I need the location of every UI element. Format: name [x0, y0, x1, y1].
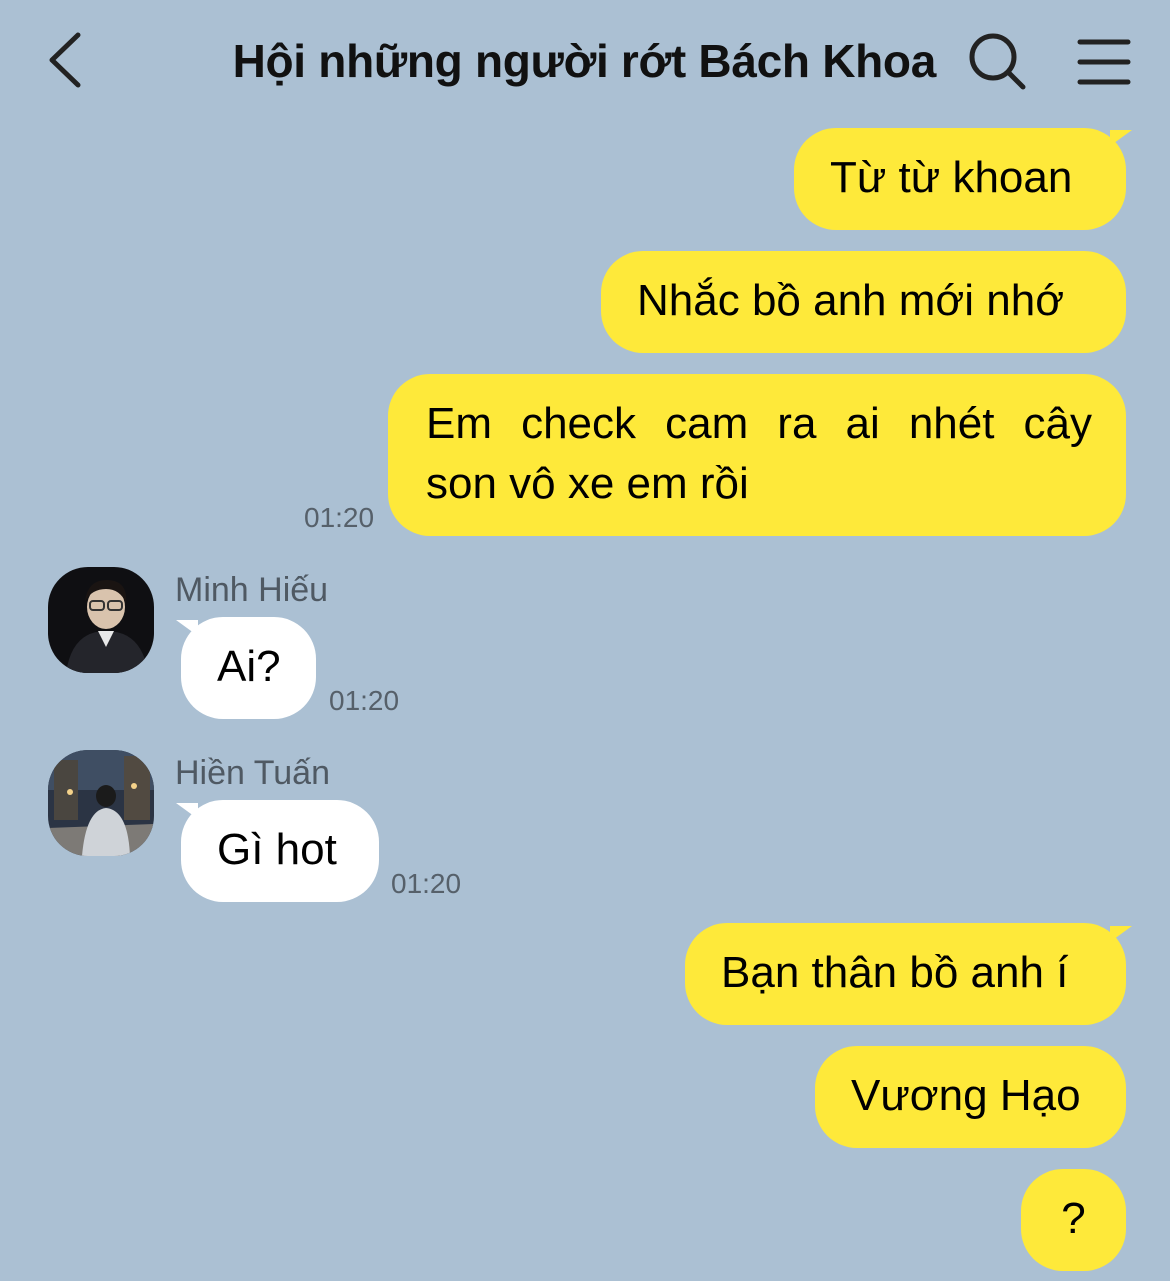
message-timestamp: 01:20 [391, 868, 462, 899]
my-message-bubble[interactable]: Nhắc bồ anh mới nhớ [601, 251, 1126, 353]
message-timestamp: 01:20 [329, 685, 400, 716]
avatar-image [48, 750, 154, 856]
their-message-bubble[interactable]: Gì hot [181, 800, 379, 902]
back-button[interactable] [44, 30, 88, 90]
sender-name: Hiền Tuấn [175, 754, 330, 792]
avatar-image [48, 567, 154, 673]
chat-header: Hội những người rớt Bách Khoa [0, 0, 1170, 122]
message-text-line: Em check cam ra ai nhét cây [426, 399, 1092, 448]
search-icon [969, 33, 1026, 90]
message-text: ? [1061, 1194, 1086, 1243]
message-timestamp: 01:20 [304, 502, 375, 533]
chat-title: Hội những người rớt Bách Khoa [232, 35, 937, 87]
message-text: Nhắc bồ anh mới nhớ [637, 276, 1065, 325]
chevron-left-icon [49, 32, 81, 88]
message-text: Vương Hạo [851, 1071, 1081, 1120]
avatar[interactable] [48, 750, 154, 856]
their-message-bubble[interactable]: Ai? [181, 617, 316, 719]
avatar[interactable] [48, 567, 154, 673]
message-text: Bạn thân bồ anh í [721, 948, 1069, 997]
message-text: Gì hot [217, 825, 337, 874]
search-button[interactable] [966, 30, 1028, 92]
message-text-line: son vô xe em rồi [426, 459, 749, 508]
my-message-bubble[interactable]: Em check cam ra ai nhét cây son vô xe em… [388, 374, 1126, 536]
my-message-bubble[interactable]: Bạn thân bồ anh í [685, 923, 1126, 1025]
sender-name: Minh Hiếu [175, 571, 329, 609]
message-text: Ai? [217, 642, 281, 691]
menu-button[interactable] [1076, 36, 1132, 88]
my-message-bubble[interactable]: Vương Hạo [815, 1046, 1126, 1148]
my-message-bubble[interactable]: ? [1021, 1169, 1126, 1271]
hamburger-menu-icon [1077, 39, 1131, 85]
message-text: Từ từ khoan [830, 153, 1073, 202]
my-message-bubble[interactable]: Từ từ khoan [794, 128, 1126, 230]
